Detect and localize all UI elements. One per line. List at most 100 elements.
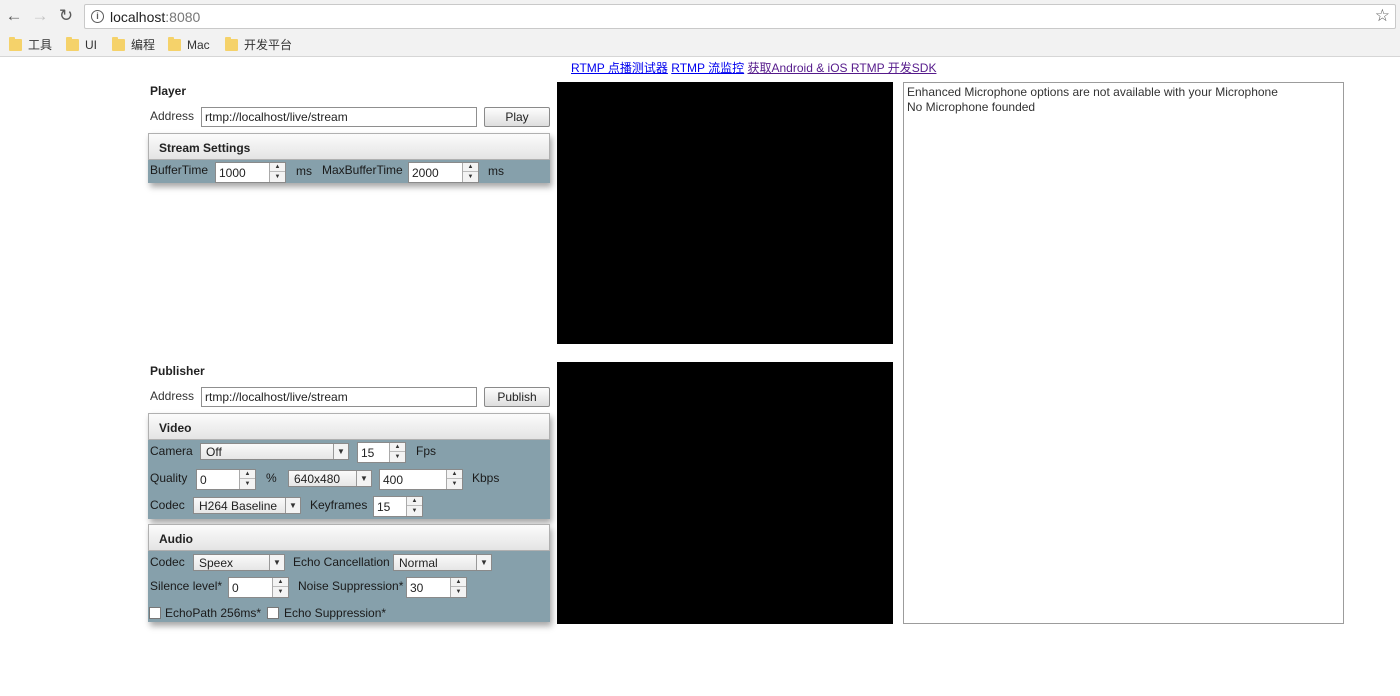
quality-label: Quality — [150, 471, 188, 485]
reload-icon[interactable]: ↻ — [56, 6, 76, 26]
play-button[interactable]: Play — [484, 107, 550, 127]
audio-settings-header: Audio — [148, 524, 550, 551]
fps-stepper[interactable]: 15 ▲ ▼ — [357, 442, 406, 463]
echopath-checkbox[interactable] — [149, 607, 161, 619]
echo-suppression-checkbox[interactable] — [267, 607, 279, 619]
fps-value: 15 — [361, 446, 375, 460]
video-settings-header: Video — [148, 413, 550, 440]
stream-settings-title: Stream Settings — [159, 141, 251, 155]
top-links: RTMP 点播测试器 RTMP 流监控 获取Android & iOS RTMP… — [571, 59, 936, 76]
info-icon[interactable]: i — [91, 10, 104, 23]
resolution-select[interactable]: 640x480 ▼ — [288, 470, 372, 487]
bookmark-folder[interactable]: 开发平台 — [225, 37, 292, 53]
noise-suppression-label: Noise Suppression* — [298, 579, 404, 593]
buffer-time-stepper[interactable]: 1000 ▲ ▼ — [215, 162, 286, 183]
codec-label: Codec — [150, 498, 185, 512]
folder-icon — [225, 37, 238, 51]
url-text: localhost:8080 — [110, 9, 201, 25]
fps-label: Fps — [416, 444, 437, 458]
bitrate-unit-label: Kbps — [472, 471, 500, 485]
silence-level-stepper[interactable]: 0 ▲ ▼ — [228, 577, 289, 598]
stepper-up-icon[interactable]: ▲ — [407, 497, 422, 506]
audio-settings-panel: Audio Codec Speex ▼ Echo Cancellation No… — [148, 524, 550, 622]
stepper-up-icon[interactable]: ▲ — [273, 578, 288, 587]
link-sdk[interactable]: 获取Android & iOS RTMP 开发SDK — [748, 61, 937, 75]
bookmark-folder[interactable]: 编程 — [112, 37, 155, 53]
stepper-down-icon[interactable]: ▼ — [447, 480, 462, 489]
stepper-down-icon[interactable]: ▼ — [270, 173, 285, 182]
link-monitor[interactable]: RTMP 流监控 — [671, 61, 744, 75]
chevron-down-icon: ▼ — [269, 555, 284, 570]
stepper-up-icon[interactable]: ▲ — [463, 163, 478, 172]
player-title: Player — [150, 84, 187, 98]
address-bar[interactable]: i localhost:8080 ☆ — [84, 4, 1396, 29]
stepper-down-icon[interactable]: ▼ — [463, 173, 478, 182]
chevron-down-icon: ▼ — [476, 555, 491, 570]
chevron-down-icon: ▼ — [356, 471, 371, 486]
stepper-up-icon[interactable]: ▲ — [390, 443, 405, 452]
browser-toolbar: ← → ↻ i localhost:8080 ☆ — [0, 0, 1400, 33]
stream-settings-panel: Stream Settings BufferTime 1000 ▲ ▼ ms Ma… — [148, 133, 550, 183]
back-icon[interactable]: ← — [4, 6, 24, 26]
echo-cancellation-select[interactable]: Normal ▼ — [393, 554, 492, 571]
noise-suppression-value: 30 — [410, 581, 424, 595]
buffer-time-label: BufferTime — [150, 163, 209, 177]
bitrate-value: 400 — [383, 473, 404, 487]
player-address-input[interactable] — [201, 107, 477, 127]
noise-suppression-stepper[interactable]: 30 ▲ ▼ — [406, 577, 467, 598]
video-codec-select[interactable]: H264 Baseline ▼ — [193, 497, 301, 514]
bookmark-folder[interactable]: Mac — [168, 37, 210, 53]
bookmark-folder[interactable]: 工具 — [9, 37, 52, 53]
stepper-down-icon[interactable]: ▼ — [273, 588, 288, 597]
camera-select[interactable]: Off ▼ — [200, 443, 349, 460]
stepper-up-icon[interactable]: ▲ — [270, 163, 285, 172]
chevron-down-icon: ▼ — [285, 498, 300, 513]
silence-level-value: 0 — [232, 581, 239, 595]
stepper-up-icon[interactable]: ▲ — [240, 470, 255, 479]
bookmark-folder[interactable]: UI — [66, 37, 97, 53]
bitrate-stepper[interactable]: 400 ▲ ▼ — [379, 469, 463, 490]
camera-value: Off — [206, 445, 222, 459]
stepper-up-icon[interactable]: ▲ — [451, 578, 466, 587]
keyframes-label: Keyframes — [310, 498, 368, 512]
log-panel: Enhanced Microphone options are not avai… — [903, 82, 1344, 624]
max-buffer-label: MaxBufferTime — [322, 163, 403, 177]
folder-icon — [66, 37, 79, 51]
stepper-down-icon[interactable]: ▼ — [240, 480, 255, 489]
max-buffer-stepper[interactable]: 2000 ▲ ▼ — [408, 162, 479, 183]
audio-codec-value: Speex — [199, 556, 234, 570]
keyframes-value: 15 — [377, 500, 391, 514]
stepper-down-icon[interactable]: ▼ — [390, 453, 405, 462]
audio-codec-select[interactable]: Speex ▼ — [193, 554, 285, 571]
stream-settings-header: Stream Settings — [148, 133, 550, 160]
bookmark-star-icon[interactable]: ☆ — [1375, 6, 1390, 26]
audio-settings-title: Audio — [159, 532, 193, 546]
keyframes-stepper[interactable]: 15 ▲ ▼ — [373, 496, 423, 517]
forward-icon[interactable]: → — [30, 6, 50, 26]
folder-icon — [112, 37, 125, 51]
silence-level-label: Silence level* — [150, 579, 223, 593]
max-buffer-value: 2000 — [412, 166, 439, 180]
audio-codec-label: Codec — [150, 555, 185, 569]
quality-stepper[interactable]: 0 ▲ ▼ — [196, 469, 256, 490]
echo-cancellation-label: Echo Cancellation — [293, 555, 390, 569]
echo-suppression-label: Echo Suppression* — [284, 606, 387, 620]
stepper-down-icon[interactable]: ▼ — [451, 588, 466, 597]
chevron-down-icon: ▼ — [333, 444, 348, 459]
publisher-address-label: Address — [150, 389, 195, 403]
buffer-unit-label: ms — [296, 164, 312, 178]
quality-value: 0 — [200, 473, 207, 487]
folder-icon — [168, 37, 181, 51]
publisher-title: Publisher — [150, 364, 205, 378]
player-address-label: Address — [150, 109, 195, 123]
log-line: Enhanced Microphone options are not avai… — [907, 85, 1278, 99]
publish-button[interactable]: Publish — [484, 387, 550, 407]
stepper-down-icon[interactable]: ▼ — [407, 507, 422, 516]
bookmarks-bar: 工具 UI 编程 Mac 开发平台 — [0, 33, 1400, 57]
camera-label: Camera — [150, 444, 193, 458]
echopath-label: EchoPath 256ms* — [165, 606, 262, 620]
link-player-test[interactable]: RTMP 点播测试器 — [571, 61, 668, 75]
echo-cancellation-value: Normal — [399, 556, 438, 570]
publisher-address-input[interactable] — [201, 387, 477, 407]
stepper-up-icon[interactable]: ▲ — [447, 470, 462, 479]
